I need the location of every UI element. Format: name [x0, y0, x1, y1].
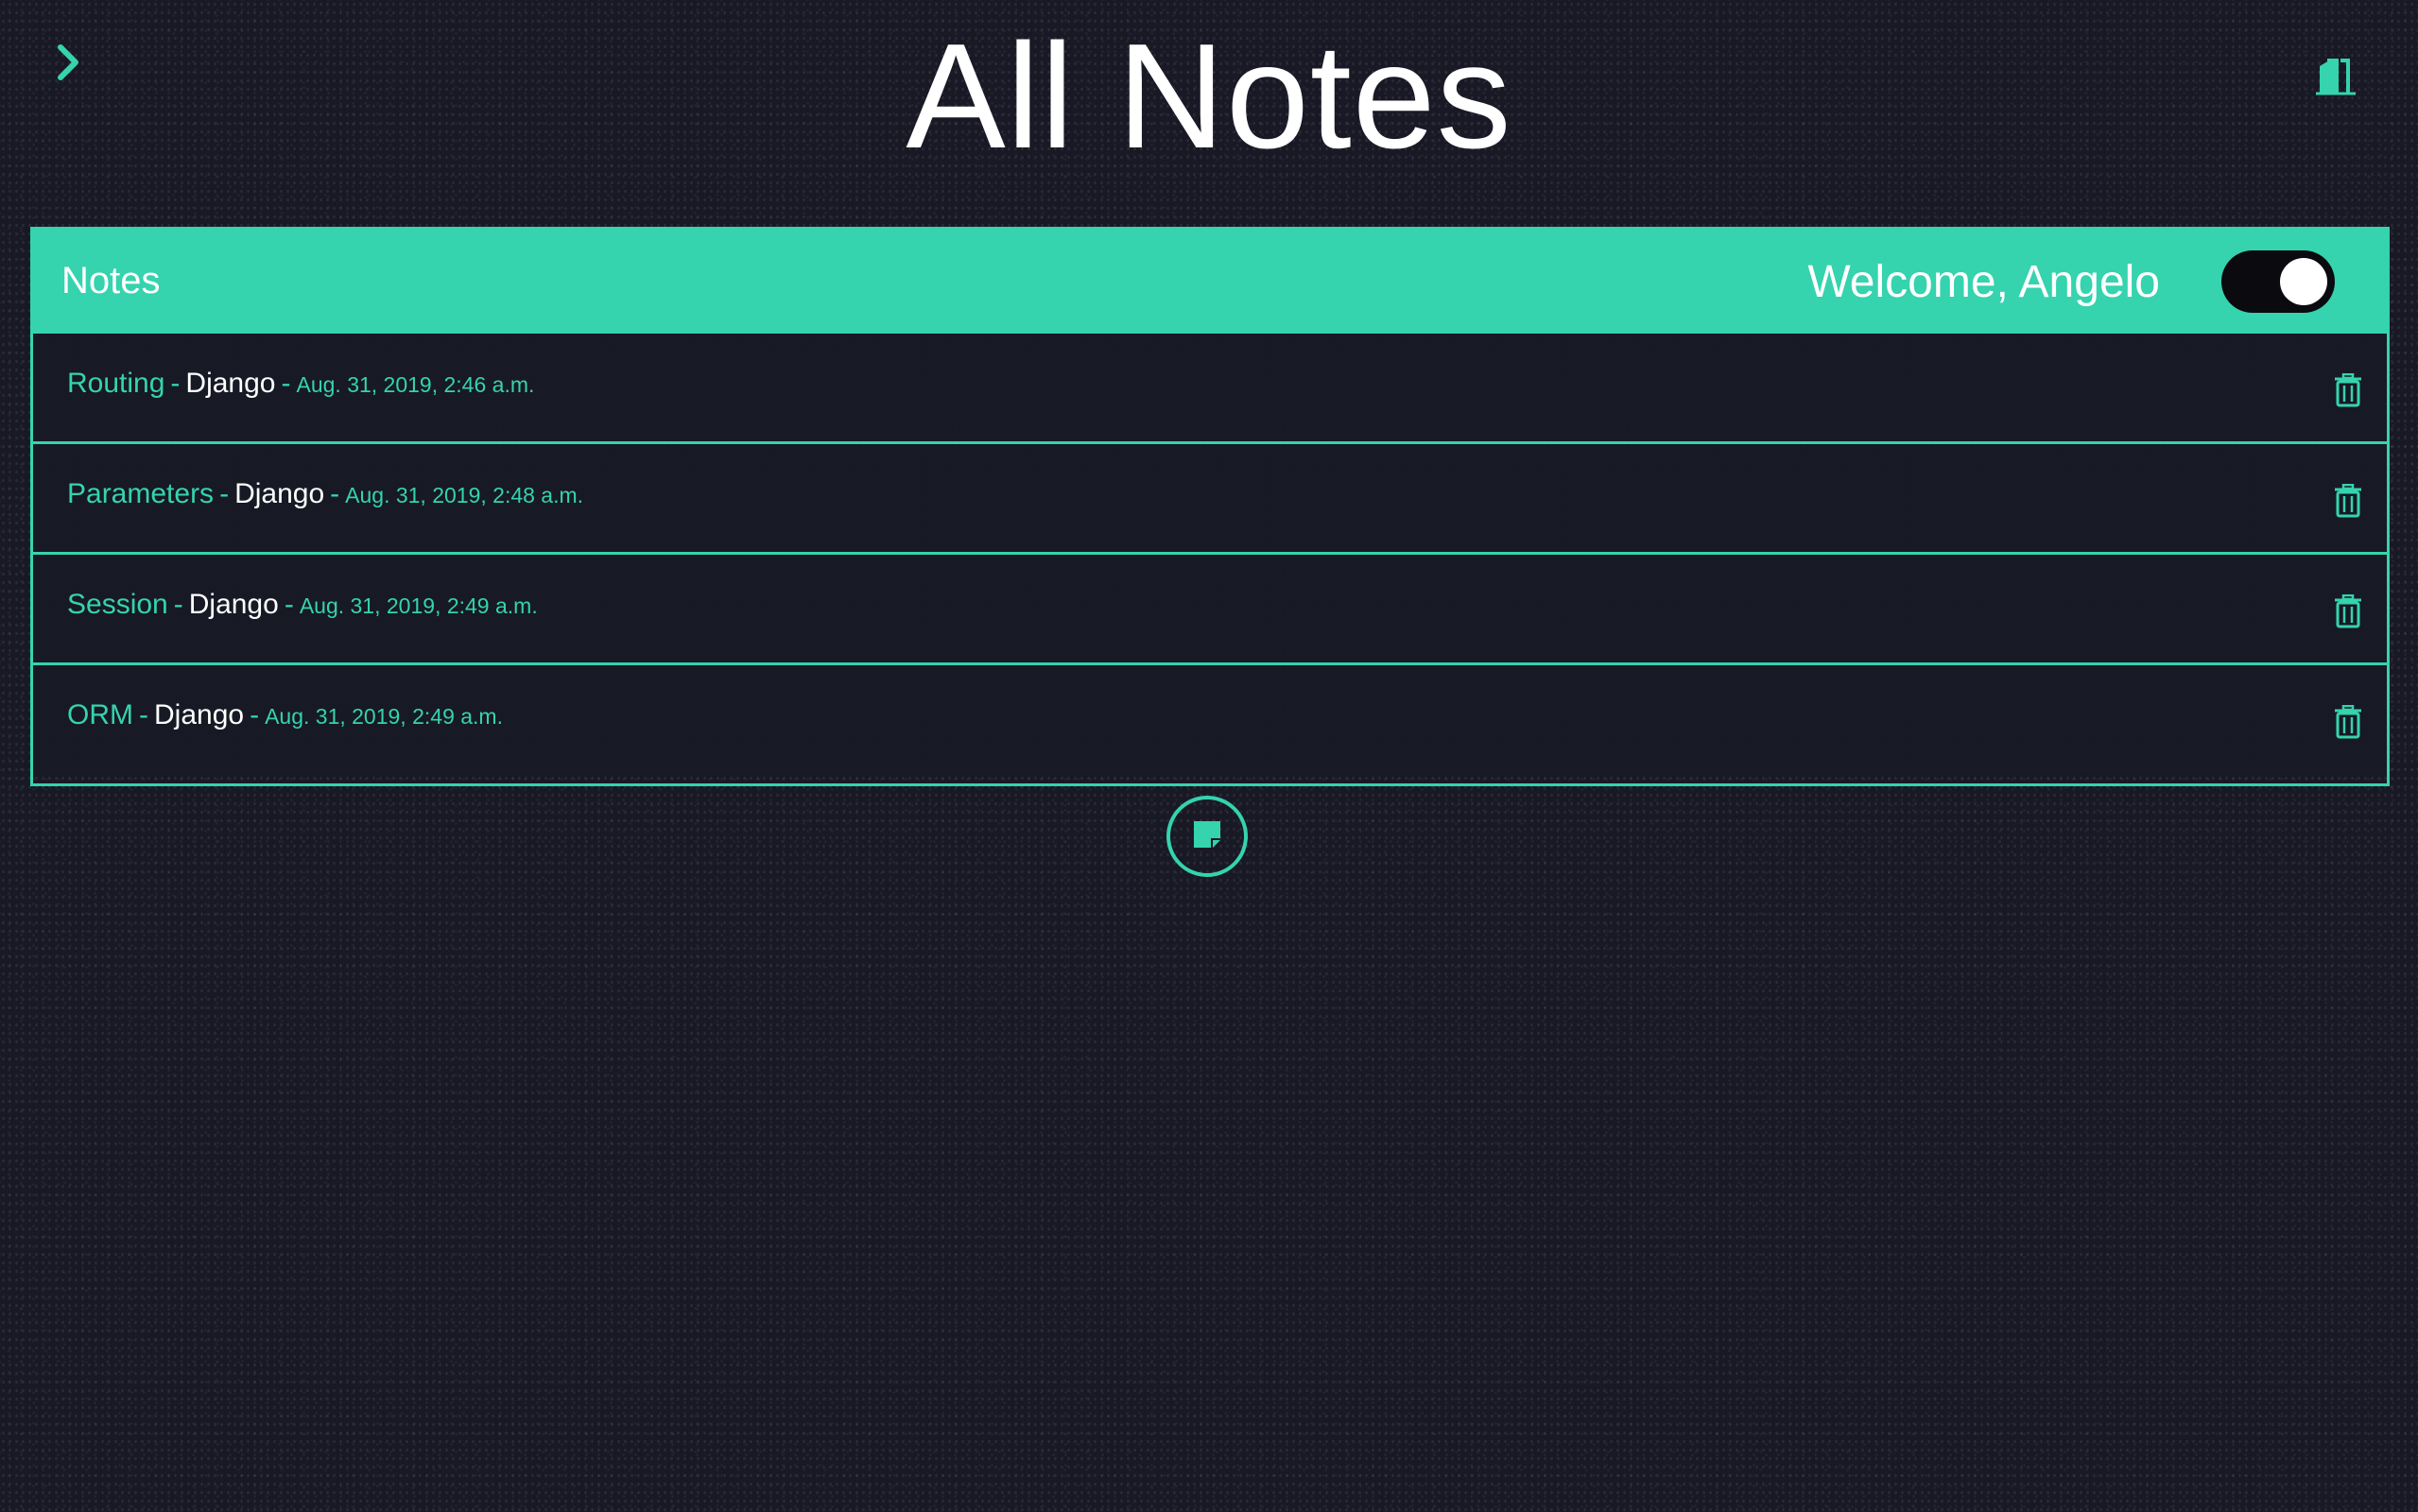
note-row: ORM - Django - Aug. 31, 2019, 2:49 a.m. [33, 665, 2387, 775]
note-row: Parameters - Django - Aug. 31, 2019, 2:48 a.… [33, 444, 2387, 555]
note-category: Django [154, 699, 245, 730]
note-title: Routing [67, 368, 165, 399]
note-category: Django [234, 478, 325, 509]
note-link[interactable]: Parameters - Django - Aug. 31, 2019, 2:48 a.… [67, 478, 583, 510]
panel-header: Notes Welcome, Angelo [33, 230, 2387, 334]
note-category: Django [188, 589, 279, 620]
separator: - [250, 699, 260, 730]
trash-icon[interactable] [2334, 483, 2362, 518]
separator: - [281, 368, 291, 399]
trash-icon[interactable] [2334, 704, 2362, 739]
note-date: Aug. 31, 2019, 2:49 a.m. [299, 593, 538, 618]
note-link[interactable]: Routing - Django - Aug. 31, 2019, 2:46 a.m. [67, 368, 534, 400]
panel-title: Notes [61, 260, 161, 301]
note-row: Session - Django - Aug. 31, 2019, 2:49 a.m. [33, 555, 2387, 665]
add-note-button[interactable] [1166, 796, 1248, 877]
trash-icon[interactable] [2334, 372, 2362, 407]
separator: - [330, 478, 340, 509]
note-title: Session [67, 589, 168, 620]
notes-list: Routing - Django - Aug. 31, 2019, 2:46 a.m. … [33, 334, 2387, 775]
separator: - [173, 589, 183, 620]
note-row: Routing - Django - Aug. 31, 2019, 2:46 a.m. [33, 334, 2387, 444]
welcome-message: Welcome, Angelo [1807, 257, 2160, 307]
separator: - [170, 368, 181, 399]
separator: - [139, 699, 148, 730]
note-link[interactable]: ORM - Django - Aug. 31, 2019, 2:49 a.m. [67, 699, 503, 731]
page-title: All Notes [906, 13, 1512, 180]
trash-icon[interactable] [2334, 593, 2362, 628]
note-date: Aug. 31, 2019, 2:48 a.m. [345, 483, 584, 507]
note-category: Django [185, 368, 276, 399]
note-date: Aug. 31, 2019, 2:49 a.m. [265, 704, 503, 729]
separator: - [284, 589, 294, 620]
theme-toggle[interactable] [2221, 250, 2335, 313]
note-title: Parameters [67, 478, 215, 509]
notes-panel: Notes Welcome, Angelo Routing - Django - Aug… [30, 227, 2390, 786]
note-link[interactable]: Session - Django - Aug. 31, 2019, 2:49 a.m. [67, 589, 538, 621]
toggle-knob [2280, 258, 2327, 305]
note-date: Aug. 31, 2019, 2:46 a.m. [296, 372, 535, 397]
separator: - [219, 478, 230, 509]
note-title: ORM [67, 699, 133, 730]
door-exit-icon[interactable] [2314, 55, 2359, 98]
note-add-icon [1192, 819, 1222, 854]
